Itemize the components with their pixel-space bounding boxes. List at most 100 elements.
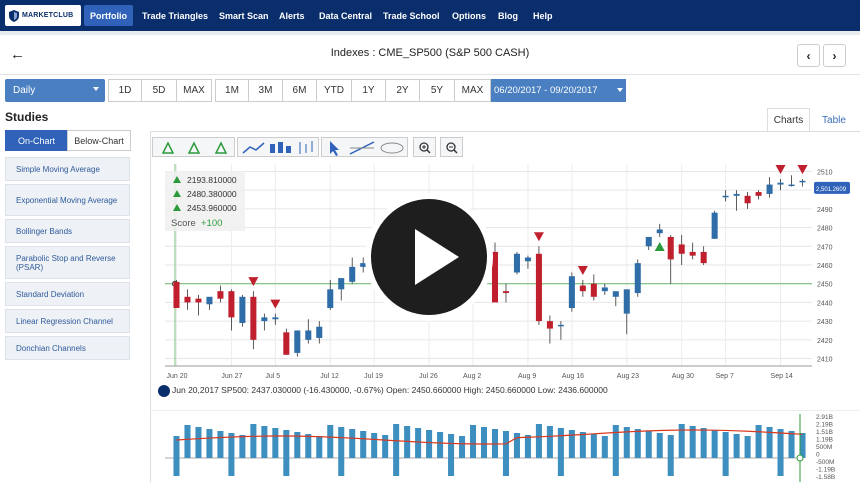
volume-bar	[448, 434, 455, 458]
tab-on-chart[interactable]: On-Chart	[5, 130, 68, 151]
study-standard-deviation[interactable]: Standard Deviation	[5, 282, 130, 306]
candle-body	[656, 229, 663, 234]
drawing-tool-icons	[330, 141, 404, 156]
triangle-toggle-icons	[161, 141, 228, 154]
zoom-in-button[interactable]	[413, 137, 436, 157]
candle-body	[338, 278, 345, 290]
range-5y-button[interactable]: 5Y	[419, 79, 455, 102]
candle-body	[645, 236, 652, 247]
volume-bar	[305, 434, 312, 458]
volume-chart: 2.91B2.19B1.51B1.19B500M0-500M-1.19B-1.5…	[150, 410, 860, 482]
study-exponential-moving-average[interactable]: Exponential Moving Average	[5, 184, 130, 216]
volume-bar-negative	[777, 458, 784, 476]
candle-body	[535, 253, 542, 322]
range-5d-button[interactable]: 5D	[141, 79, 177, 102]
range-max-button[interactable]: MAX	[454, 79, 491, 102]
sell-triangle-icon	[270, 299, 281, 309]
volume-bar	[546, 426, 553, 458]
nav-trade-school[interactable]: Trade School	[377, 5, 446, 26]
volume-tick-label: -1.58B	[816, 474, 835, 481]
trade-triangle-toggles[interactable]	[152, 137, 235, 157]
volume-bar	[568, 430, 575, 458]
nav-alerts[interactable]: Alerts	[273, 5, 311, 26]
range-3m-button[interactable]: 3M	[248, 79, 283, 102]
nav-trade-triangles[interactable]: Trade Triangles	[136, 5, 214, 26]
x-tick-label: Jun 27	[221, 373, 242, 380]
legend-value-2: 2480.380000	[187, 189, 237, 199]
volume-bar-negative	[722, 458, 729, 476]
green-triangle-icon	[173, 190, 181, 197]
x-tick-label: Sep 14	[771, 373, 793, 380]
drawing-tools[interactable]	[321, 137, 408, 157]
study-simple-moving-average[interactable]: Simple Moving Average	[5, 157, 130, 181]
study-linear-regression-channel[interactable]: Linear Regression Channel	[5, 309, 130, 333]
study-donchian-channels[interactable]: Donchian Channels	[5, 336, 130, 360]
x-tick-label: Jul 12	[320, 373, 339, 380]
caret-down-icon	[93, 87, 99, 91]
volume-bar	[513, 433, 520, 458]
candle-body	[546, 321, 553, 329]
volume-bar-negative	[612, 458, 619, 476]
nav-blog[interactable]: Blog	[492, 5, 524, 26]
candle-body	[513, 253, 520, 273]
volume-bar	[239, 435, 246, 458]
caret-down-icon	[617, 88, 623, 92]
volume-bar	[217, 431, 224, 458]
legend-value-1: 2193.810000	[187, 175, 237, 185]
next-symbol-button[interactable]: ›	[823, 44, 846, 67]
volume-bar	[480, 427, 488, 458]
prev-symbol-button[interactable]: ‹	[797, 44, 820, 67]
volume-bar	[360, 431, 367, 458]
nav-portfolio[interactable]: Portfolio	[84, 5, 133, 26]
page-title: Indexes : CME_SP500 (S&P 500 CASH)	[330, 47, 530, 59]
candle-body	[206, 296, 213, 305]
volume-tick-label: -1.19B	[816, 467, 835, 474]
tab-below-chart[interactable]: Below-Chart	[67, 130, 131, 151]
legend-value-3: 2453.960000	[187, 203, 237, 213]
volume-tick-label: -500M	[816, 459, 834, 466]
chart-type-icons	[242, 141, 313, 154]
x-tick-label: Sep 7	[716, 373, 734, 380]
top-navigation: MARKETCLUB Portfolio Trade Triangles Sma…	[0, 0, 860, 31]
tab-charts[interactable]: Charts	[767, 108, 810, 132]
volume-bar-negative	[228, 458, 235, 476]
candle-body	[777, 182, 784, 185]
candle-body	[700, 251, 707, 264]
volume-bar	[524, 435, 531, 458]
study-psar[interactable]: Parabolic Stop and Reverse (PSAR)	[5, 246, 130, 279]
candle-body	[261, 317, 268, 322]
date-range-picker[interactable]: 06/20/2017 - 09/20/2017	[491, 79, 626, 102]
candle-body	[766, 184, 773, 194]
marketclub-logo[interactable]: MARKETCLUB	[5, 5, 81, 26]
volume-bar	[733, 434, 740, 458]
range-max-intraday-button[interactable]: MAX	[176, 79, 212, 102]
studies-title: Studies	[5, 110, 49, 124]
range-6m-button[interactable]: 6M	[282, 79, 317, 102]
nav-smart-scan[interactable]: Smart Scan	[213, 5, 275, 26]
video-play-button[interactable]	[365, 193, 493, 321]
volume-marker	[796, 454, 804, 462]
nav-help[interactable]: Help	[527, 5, 559, 26]
candle-body	[184, 296, 191, 303]
x-tick-label: Aug 2	[463, 373, 481, 380]
candle-body	[568, 276, 575, 309]
zoom-out-button[interactable]	[440, 137, 463, 157]
nav-options[interactable]: Options	[446, 5, 492, 26]
nav-data-central[interactable]: Data Central	[313, 5, 378, 26]
volume-bar	[535, 424, 542, 458]
y-tick-label: 2510	[817, 169, 833, 176]
study-bollinger-bands[interactable]: Bollinger Bands	[5, 219, 130, 243]
candle-body	[579, 285, 586, 292]
volume-bar	[645, 431, 652, 458]
chart-type-toggles[interactable]	[237, 137, 319, 157]
period-select[interactable]: Daily	[5, 79, 105, 102]
candle-body	[173, 281, 180, 309]
tab-table[interactable]: Table	[814, 108, 854, 132]
range-1y-button[interactable]: 1Y	[351, 79, 386, 102]
volume-bar	[755, 425, 762, 458]
range-ytd-button[interactable]: YTD	[316, 79, 352, 102]
range-2y-button[interactable]: 2Y	[385, 79, 420, 102]
range-1d-button[interactable]: 1D	[108, 79, 142, 102]
range-1m-button[interactable]: 1M	[215, 79, 249, 102]
price-chart[interactable]: 2410242024302440245024602470248024902500…	[150, 160, 860, 382]
